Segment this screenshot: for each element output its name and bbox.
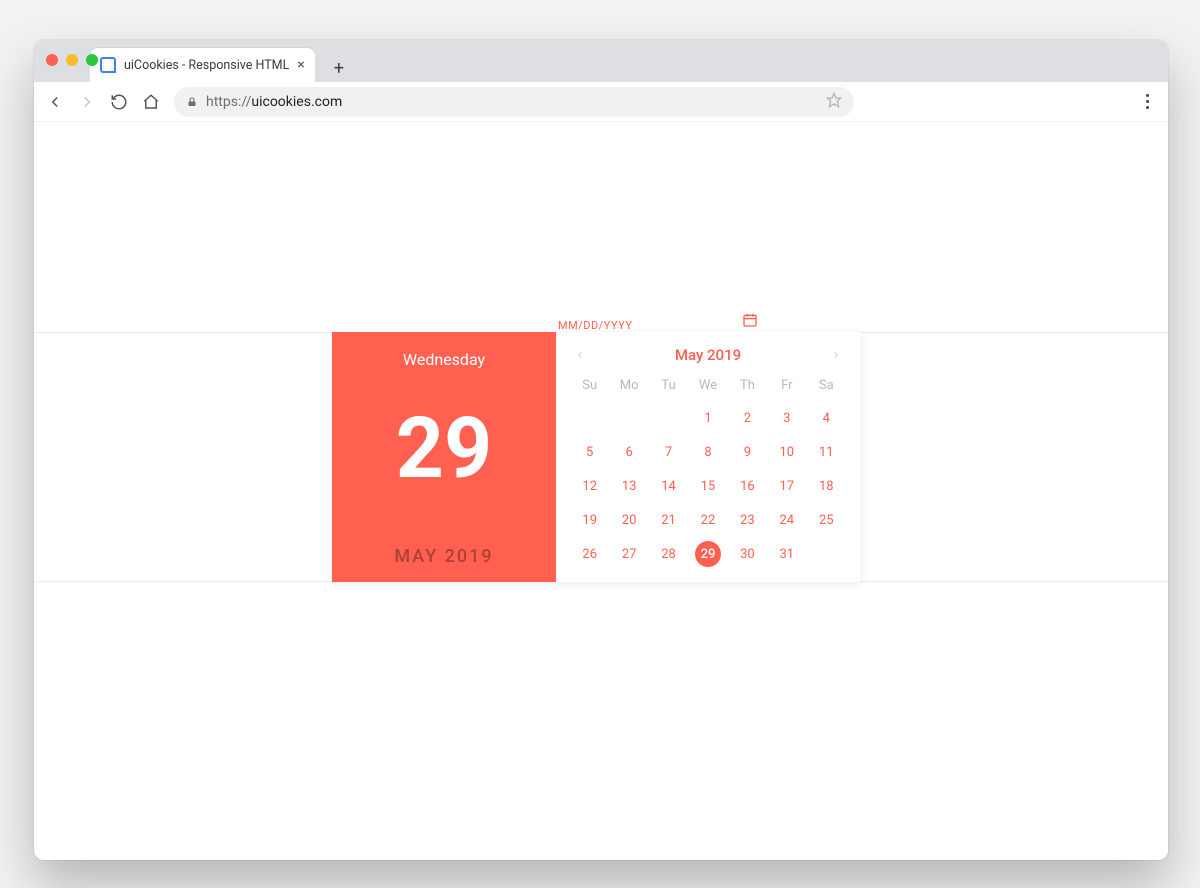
calendar-icon[interactable] — [742, 312, 758, 332]
new-tab-button[interactable]: + — [325, 54, 353, 82]
weekday-header: Th — [728, 372, 767, 401]
calendar-day[interactable]: 27 — [609, 537, 648, 571]
calendar-empty-cell — [609, 401, 648, 435]
weekday-header: Sa — [807, 372, 846, 401]
reload-button[interactable] — [110, 93, 128, 111]
weekday-header: Mo — [609, 372, 648, 401]
tab-title: uiCookies - Responsive HTML — [124, 58, 289, 73]
calendar-day[interactable]: 23 — [728, 503, 767, 537]
browser-window: uiCookies - Responsive HTML × + https://… — [34, 40, 1168, 860]
calendar-day[interactable]: 31 — [767, 537, 806, 571]
calendar-day[interactable]: 2 — [728, 401, 767, 435]
calendar-day[interactable]: 4 — [807, 401, 846, 435]
datepicker-summary: Wednesday 29 MAY 2019 — [332, 332, 556, 582]
home-button[interactable] — [142, 93, 160, 111]
calendar-empty-cell — [649, 401, 688, 435]
prev-month-button[interactable] — [572, 347, 588, 363]
calendar-day[interactable]: 3 — [767, 401, 806, 435]
zoom-window-button[interactable] — [86, 54, 98, 66]
datepicker-header: May 2019 — [570, 342, 846, 372]
selected-month-year: MAY 2019 — [394, 546, 493, 567]
calendar-day[interactable]: 29 — [688, 537, 727, 571]
url-text: https://uicookies.com — [206, 94, 818, 110]
calendar-day[interactable]: 24 — [767, 503, 806, 537]
calendar-day[interactable]: 26 — [570, 537, 609, 571]
selected-day-number: 29 — [396, 407, 492, 491]
weekday-header: Tu — [649, 372, 688, 401]
window-controls — [46, 54, 98, 66]
calendar-day[interactable]: 21 — [649, 503, 688, 537]
calendar-day[interactable]: 7 — [649, 435, 688, 469]
weekday-header: Fr — [767, 372, 806, 401]
calendar-day[interactable]: 16 — [728, 469, 767, 503]
calendar-day[interactable]: 9 — [728, 435, 767, 469]
tab-close-icon[interactable]: × — [297, 57, 304, 73]
address-bar[interactable]: https://uicookies.com — [174, 87, 854, 117]
datepicker: Wednesday 29 MAY 2019 May 2019 SuMoTuWeT… — [332, 332, 860, 582]
calendar-day[interactable]: 6 — [609, 435, 648, 469]
forward-button[interactable] — [78, 93, 96, 111]
browser-tab[interactable]: uiCookies - Responsive HTML × — [90, 48, 315, 82]
calendar-day[interactable]: 13 — [609, 469, 648, 503]
tab-favicon-icon — [100, 57, 116, 73]
calendar-empty-cell — [570, 401, 609, 435]
calendar-day[interactable]: 28 — [649, 537, 688, 571]
back-button[interactable] — [46, 93, 64, 111]
calendar-table: SuMoTuWeThFrSa 1234567891011121314151617… — [570, 372, 846, 571]
calendar-empty-cell — [807, 537, 846, 571]
calendar-day[interactable]: 25 — [807, 503, 846, 537]
calendar-day[interactable]: 1 — [688, 401, 727, 435]
calendar-day[interactable]: 20 — [609, 503, 648, 537]
tab-strip: uiCookies - Responsive HTML × + — [34, 40, 1168, 82]
calendar-day[interactable]: 15 — [688, 469, 727, 503]
calendar-day[interactable]: 18 — [807, 469, 846, 503]
weekday-header: Su — [570, 372, 609, 401]
calendar-day[interactable]: 10 — [767, 435, 806, 469]
calendar-day[interactable]: 12 — [570, 469, 609, 503]
bookmark-star-icon[interactable] — [826, 92, 842, 112]
calendar-day[interactable]: 14 — [649, 469, 688, 503]
browser-menu-button[interactable] — [1138, 93, 1156, 111]
lock-icon — [186, 96, 198, 108]
calendar-day[interactable]: 5 — [570, 435, 609, 469]
calendar-day[interactable]: 22 — [688, 503, 727, 537]
selected-weekday: Wednesday — [403, 350, 485, 369]
date-input-placeholder: MM/DD/YYYY — [558, 319, 632, 332]
current-month-label: May 2019 — [675, 346, 741, 364]
minimize-window-button[interactable] — [66, 54, 78, 66]
page-content: MM/DD/YYYY Wednesday 29 MAY 2019 May 201… — [34, 122, 1168, 860]
next-month-button[interactable] — [828, 347, 844, 363]
calendar-day[interactable]: 19 — [570, 503, 609, 537]
calendar-day[interactable]: 11 — [807, 435, 846, 469]
calendar-day[interactable]: 30 — [728, 537, 767, 571]
browser-toolbar: https://uicookies.com — [34, 82, 1168, 122]
datepicker-grid: May 2019 SuMoTuWeThFrSa 1234567891011121… — [556, 332, 860, 582]
close-window-button[interactable] — [46, 54, 58, 66]
weekday-header: We — [688, 372, 727, 401]
calendar-day[interactable]: 8 — [688, 435, 727, 469]
calendar-day[interactable]: 17 — [767, 469, 806, 503]
